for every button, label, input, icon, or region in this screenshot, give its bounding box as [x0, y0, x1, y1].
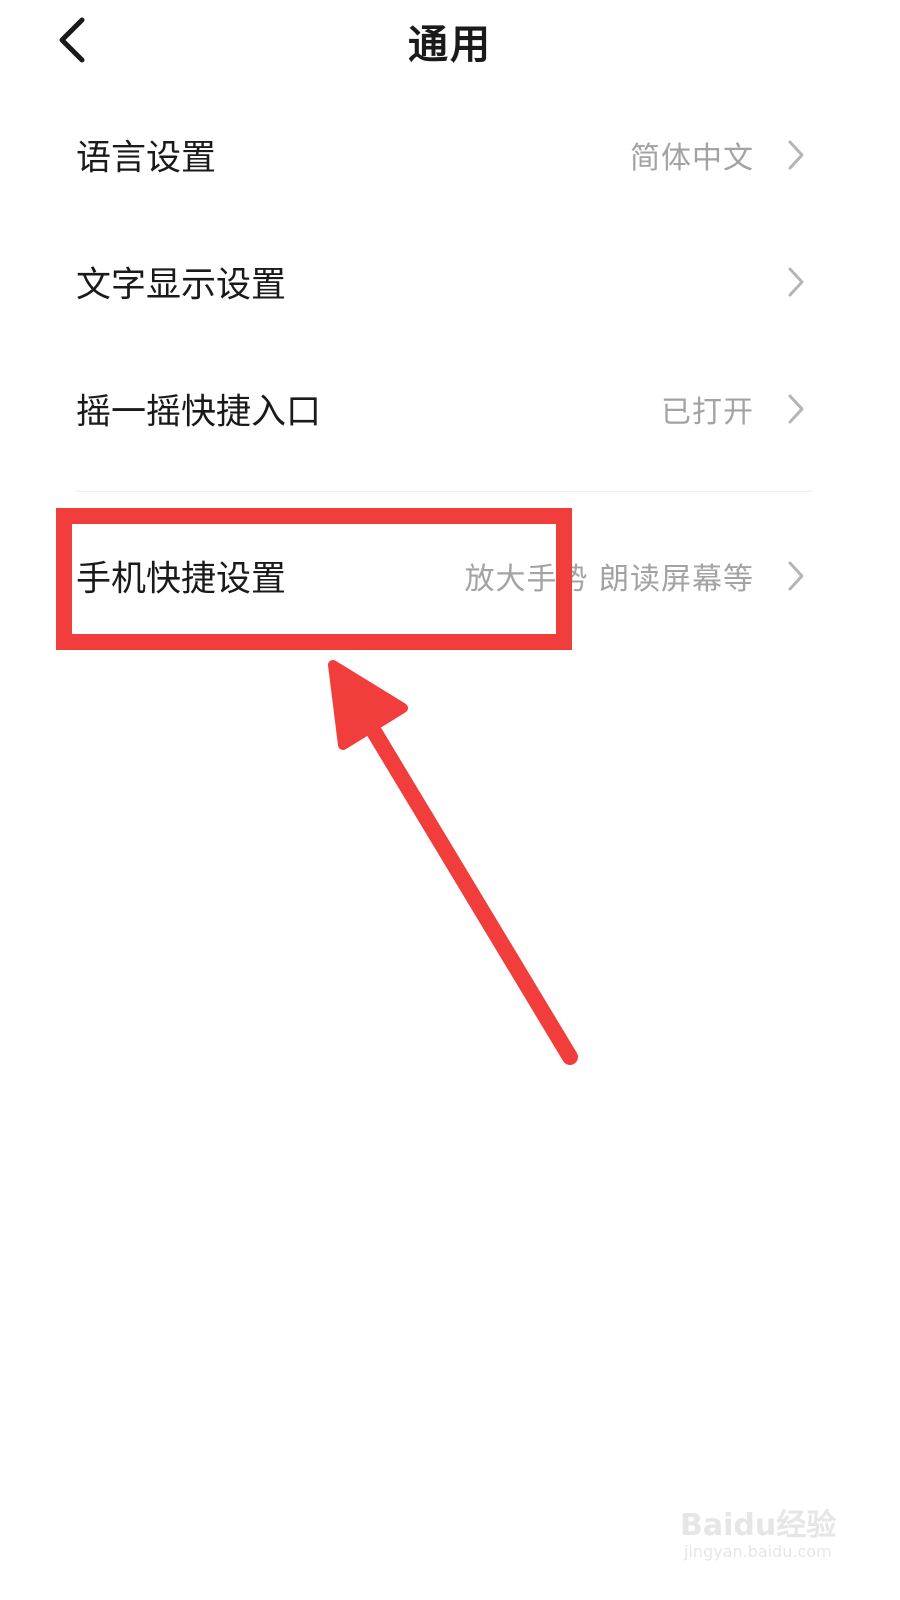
section-divider [76, 491, 812, 492]
chevron-right-icon [788, 267, 804, 297]
page-title: 通用 [408, 22, 492, 68]
navigation-bar: 通用 [0, 0, 900, 80]
chevron-right-icon [788, 394, 804, 424]
setting-label: 语言设置 [76, 138, 217, 179]
setting-row-text-display[interactable]: 文字显示设置 [76, 222, 812, 342]
setting-row-shake-shortcut[interactable]: 摇一摇快捷入口 已打开 [76, 349, 812, 469]
setting-row-phone-shortcut[interactable]: 手机快捷设置 放大手势 朗读屏幕等 [76, 516, 812, 636]
setting-value: 简体中文 [630, 141, 754, 176]
chevron-right-icon [788, 140, 804, 170]
watermark-url: jingyan.baidu.com [684, 1542, 832, 1561]
watermark-logo: Baidu经验 [680, 1508, 837, 1543]
setting-label: 摇一摇快捷入口 [76, 392, 322, 433]
setting-value: 已打开 [661, 395, 754, 430]
setting-label: 手机快捷设置 [76, 559, 287, 600]
setting-row-language[interactable]: 语言设置 简体中文 [76, 95, 812, 215]
chevron-right-icon [788, 561, 804, 591]
baidu-jingyan-watermark: Baidu经验 jingyan.baidu.com [680, 1500, 860, 1570]
setting-value: 放大手势 朗读屏幕等 [464, 562, 754, 597]
setting-label: 文字显示设置 [76, 265, 287, 306]
